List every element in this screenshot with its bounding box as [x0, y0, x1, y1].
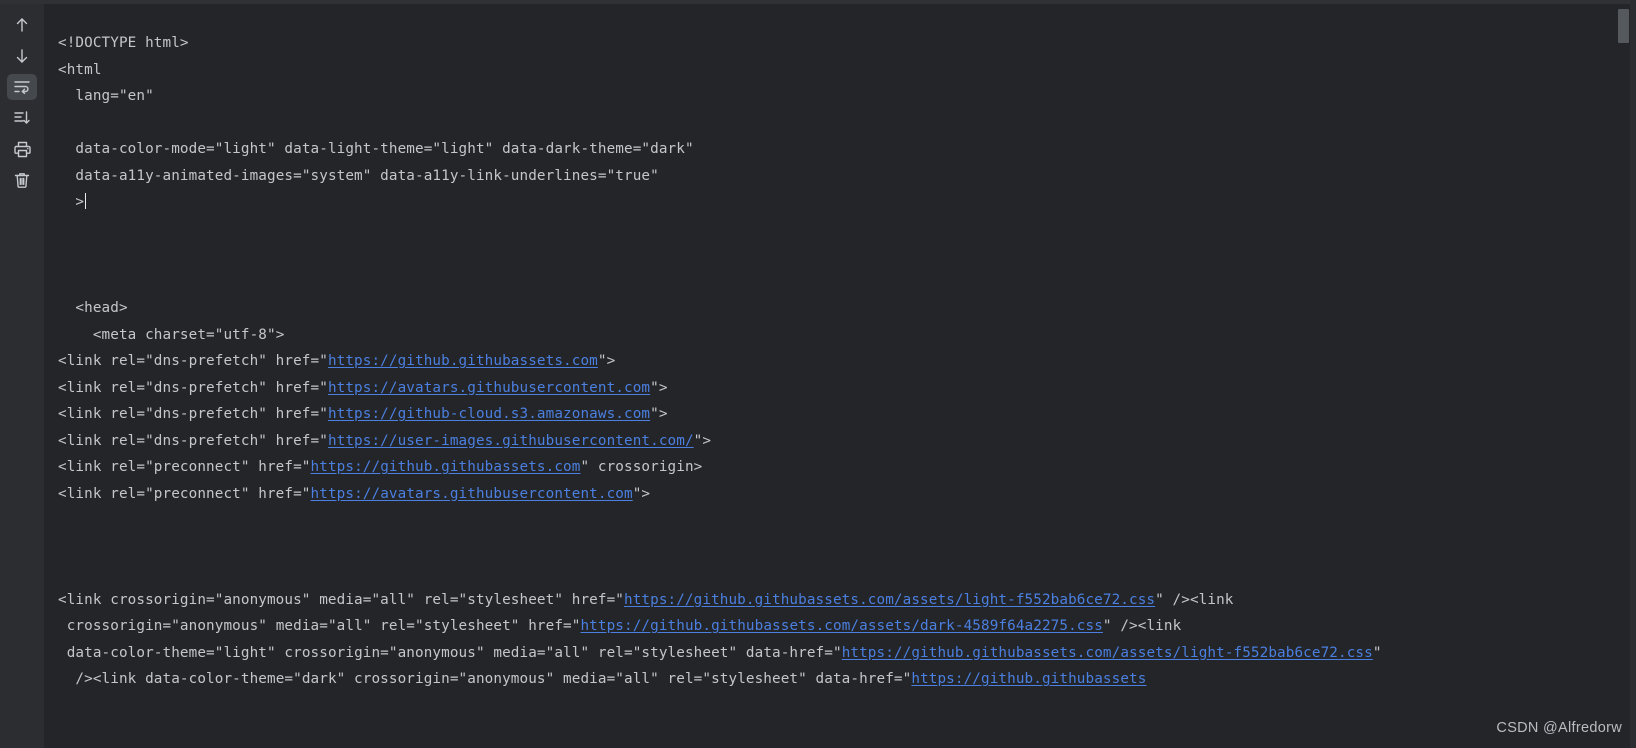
code-line: data-color-mode="light" data-light-theme…: [58, 141, 694, 157]
vertical-scrollbar[interactable]: [1617, 4, 1630, 748]
code-url-link[interactable]: https://github.githubassets.com/assets/l…: [624, 592, 1155, 608]
window-right-border: [1630, 0, 1636, 748]
code-url-link[interactable]: https://github-cloud.s3.amazonaws.com: [328, 406, 650, 422]
code-line: >: [58, 193, 87, 210]
printer-icon: [13, 140, 32, 159]
code-line: /><link data-color-theme="dark" crossori…: [58, 671, 1147, 687]
code-url-link[interactable]: https://github.githubassets.com: [311, 459, 581, 475]
code-line: <link rel="preconnect" href="https://git…: [58, 459, 703, 475]
code-url-link[interactable]: https://avatars.githubusercontent.com: [328, 380, 650, 396]
code-line: <!DOCTYPE html>: [58, 35, 189, 51]
code-content-pane[interactable]: <!DOCTYPE html> <html lang="en" data-colo…: [44, 4, 1630, 748]
code-line: <link rel="dns-prefetch" href="https://g…: [58, 353, 616, 369]
source-code-text[interactable]: <!DOCTYPE html> <html lang="en" data-colo…: [44, 4, 1382, 693]
code-line: lang="en": [58, 88, 154, 104]
scroll-up-button[interactable]: [7, 12, 37, 38]
code-line: <head>: [58, 300, 128, 316]
tool-sidebar: [0, 4, 44, 748]
code-line: <link rel="dns-prefetch" href="https://g…: [58, 406, 668, 422]
sort-descending-icon: [13, 109, 31, 127]
watermark-label: CSDN @Alfredorw: [1496, 720, 1622, 736]
code-url-link[interactable]: https://avatars.githubusercontent.com: [311, 486, 633, 502]
trash-icon: [13, 171, 31, 189]
arrow-down-icon: [13, 47, 31, 65]
word-wrap-icon: [13, 78, 31, 96]
print-button[interactable]: [7, 136, 37, 162]
code-url-link[interactable]: https://github.githubassets.com/assets/l…: [842, 645, 1373, 661]
code-line: <link rel="dns-prefetch" href="https://a…: [58, 379, 668, 396]
scrollbar-thumb[interactable]: [1618, 9, 1629, 43]
delete-button[interactable]: [7, 167, 37, 193]
code-line: data-a11y-animated-images="system" data-…: [58, 167, 659, 184]
code-url-link[interactable]: https://user-images.githubusercontent.co…: [328, 433, 694, 449]
text-cursor: [85, 193, 87, 209]
code-url-link[interactable]: https://github.githubassets.com/assets/d…: [580, 618, 1102, 634]
code-line: <link rel="dns-prefetch" href="https://u…: [58, 432, 712, 449]
scroll-down-button[interactable]: [7, 43, 37, 69]
source-viewer-window: <!DOCTYPE html> <html lang="en" data-colo…: [0, 0, 1636, 748]
code-line: <link rel="preconnect" href="https://ava…: [58, 485, 651, 502]
code-line: <html: [58, 61, 102, 78]
code-line: <link crossorigin="anonymous" media="all…: [58, 591, 1234, 608]
code-url-link[interactable]: https://github.githubassets.com: [328, 353, 598, 369]
code-line: data-color-theme="light" crossorigin="an…: [58, 644, 1382, 661]
code-line: crossorigin="anonymous" media="all" rel=…: [58, 618, 1182, 634]
toggle-word-wrap-button[interactable]: [7, 74, 37, 100]
arrow-up-icon: [13, 16, 31, 34]
code-url-link[interactable]: https://github.githubassets: [911, 671, 1146, 687]
sort-descending-button[interactable]: [7, 105, 37, 131]
code-line: <meta charset="utf-8">: [58, 326, 285, 343]
